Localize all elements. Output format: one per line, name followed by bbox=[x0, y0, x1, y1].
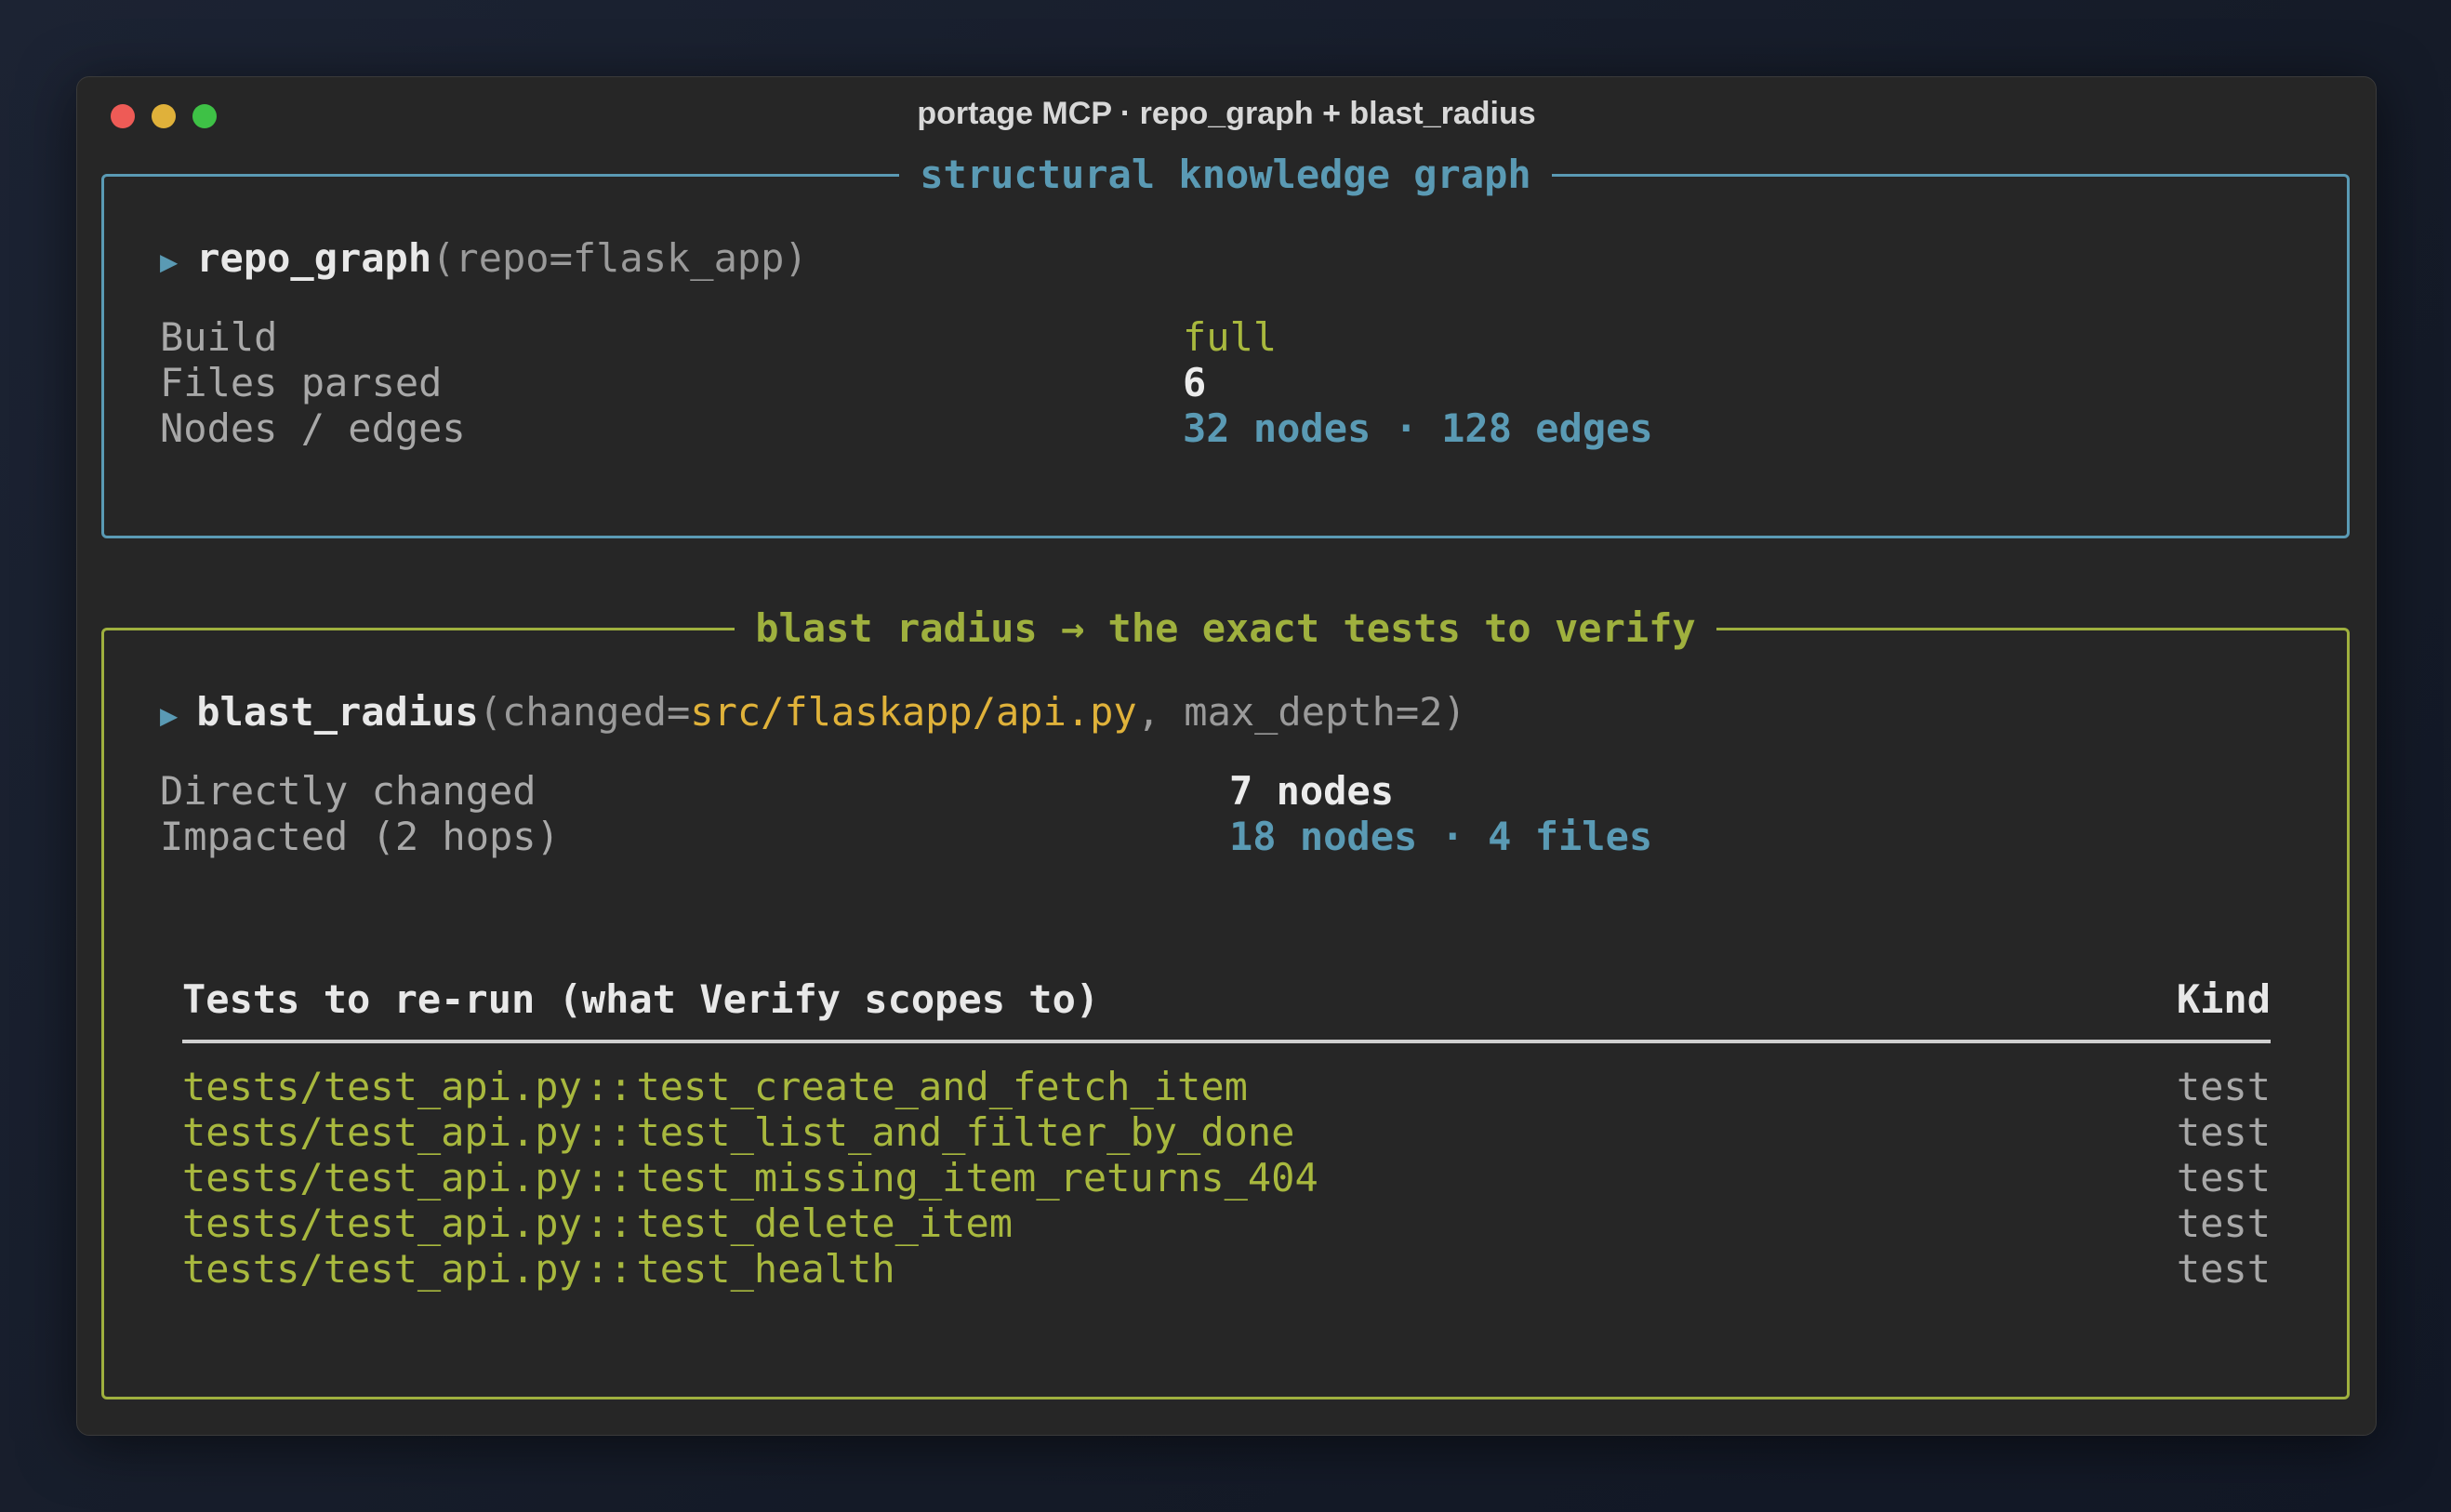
test-name: test_list_and_filter_by_done bbox=[636, 1109, 1295, 1155]
test-separator: :: bbox=[585, 1064, 633, 1109]
test-kind: test bbox=[2176, 1200, 2271, 1246]
test-file: tests/test_api.py bbox=[182, 1200, 582, 1246]
test-kind: test bbox=[2176, 1155, 2271, 1200]
test-file: tests/test_api.py bbox=[182, 1155, 582, 1200]
table-row: tests/test_api.py::test_create_and_fetch… bbox=[182, 1064, 2271, 1109]
tool-name: repo_graph bbox=[196, 235, 432, 281]
panel-legend: blast radius → the exact tests to verify bbox=[735, 605, 1716, 651]
test-name: test_delete_item bbox=[636, 1200, 1014, 1246]
table-row: tests/test_api.py::test_health test bbox=[182, 1246, 2271, 1292]
tool-call: ▶ repo_graph(repo=flask_app) bbox=[160, 234, 808, 285]
knowledge-graph-panel: structural knowledge graph ▶ repo_graph(r… bbox=[101, 152, 2350, 538]
table-row: tests/test_api.py::test_list_and_filter_… bbox=[182, 1109, 2271, 1155]
blast-radius-panel: blast radius → the exact tests to verify… bbox=[101, 605, 2350, 1399]
impacted-label: Impacted (2 hops) bbox=[160, 814, 560, 859]
test-file: tests/test_api.py bbox=[182, 1109, 582, 1155]
tests-table-header: Tests to re-run (what Verify scopes to) … bbox=[182, 965, 2271, 1043]
changed-file-arg: src/flaskapp/api.py bbox=[690, 689, 1137, 735]
test-separator: :: bbox=[585, 1109, 633, 1155]
build-label: Build bbox=[160, 314, 278, 360]
window-title: portage MCP · repo_graph + blast_radius bbox=[917, 96, 1536, 131]
table-row: tests/test_api.py::test_missing_item_ret… bbox=[182, 1155, 2271, 1200]
files-parsed-value: 6 bbox=[1183, 360, 1207, 405]
test-separator: :: bbox=[585, 1246, 633, 1292]
directly-changed-value: 7 nodes bbox=[1229, 768, 1395, 814]
files-parsed-label: Files parsed bbox=[160, 360, 443, 405]
table-row: tests/test_api.py::test_delete_item test bbox=[182, 1200, 2271, 1246]
play-icon: ▶ bbox=[160, 697, 179, 733]
tool-call: ▶ blast_radius(changed=src/flaskapp/api.p… bbox=[160, 688, 1466, 739]
test-separator: :: bbox=[585, 1155, 633, 1200]
test-name: test_health bbox=[636, 1246, 895, 1292]
test-name: test_create_and_fetch_item bbox=[636, 1064, 1248, 1109]
test-file: tests/test_api.py bbox=[182, 1246, 582, 1292]
directly-changed-label: Directly changed bbox=[160, 768, 537, 814]
tool-args: (repo=flask_app) bbox=[431, 235, 808, 281]
test-kind: test bbox=[2176, 1246, 2271, 1292]
play-icon: ▶ bbox=[160, 244, 179, 279]
build-value: full bbox=[1183, 314, 1278, 360]
nodes-edges-value: 32 nodes · 128 edges bbox=[1183, 405, 1653, 451]
panel-legend: structural knowledge graph bbox=[899, 152, 1552, 197]
tool-name: blast_radius bbox=[196, 689, 479, 735]
test-file: tests/test_api.py bbox=[182, 1064, 582, 1109]
test-kind: test bbox=[2176, 1109, 2271, 1155]
test-separator: :: bbox=[585, 1200, 633, 1246]
tool-args-suffix: , max_depth=2) bbox=[1136, 689, 1466, 735]
kind-column-header: Kind bbox=[2176, 976, 2271, 1022]
test-kind: test bbox=[2176, 1064, 2271, 1109]
tool-args-prefix: (changed= bbox=[478, 689, 691, 735]
tests-column-header: Tests to re-run (what Verify scopes to) bbox=[182, 976, 1100, 1022]
nodes-edges-label: Nodes / edges bbox=[160, 405, 466, 451]
title-bar: portage MCP · repo_graph + blast_radius bbox=[77, 77, 2376, 152]
test-name: test_missing_item_returns_404 bbox=[636, 1155, 1318, 1200]
impacted-value: 18 nodes · 4 files bbox=[1229, 814, 1653, 859]
terminal-window: portage MCP · repo_graph + blast_radius … bbox=[76, 76, 2377, 1436]
